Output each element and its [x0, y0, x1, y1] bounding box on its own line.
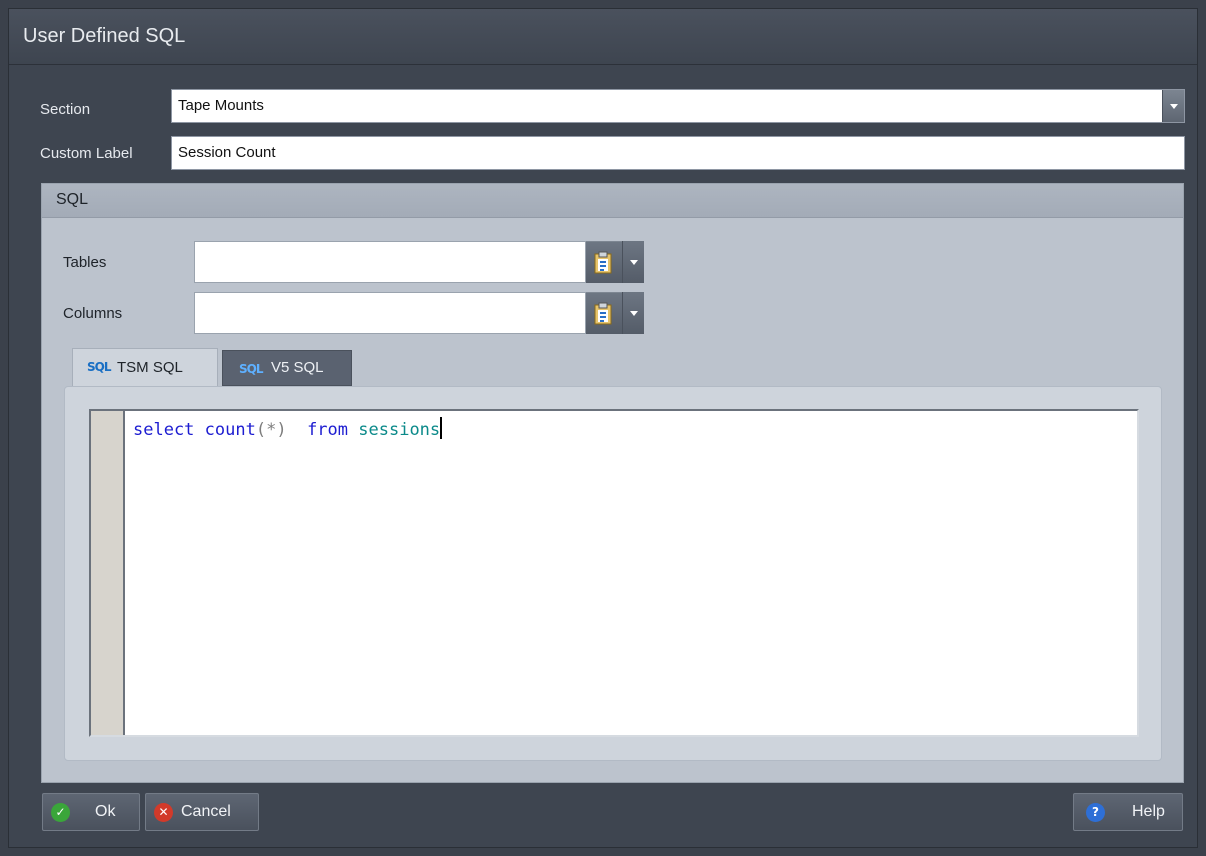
sql-token: sessions	[358, 420, 441, 440]
chevron-down-icon	[630, 311, 638, 316]
sql-token: from	[307, 420, 349, 440]
editor-gutter	[91, 411, 125, 735]
custom-label-value: Session Count	[178, 144, 276, 161]
dialog-title: User Defined SQL	[23, 25, 186, 47]
clipboard-list-icon	[594, 251, 612, 274]
dialog-window: User Defined SQL Section Tape Mounts Cus…	[8, 8, 1198, 848]
section-label: Section	[40, 101, 91, 118]
help-icon: ?	[1086, 803, 1105, 822]
sql-group-title: SQL	[56, 191, 89, 208]
tables-label: Tables	[63, 254, 107, 271]
clipboard-list-icon	[594, 302, 612, 325]
sql-editor[interactable]: select count(*) from sessions	[89, 409, 1139, 737]
columns-label: Columns	[63, 305, 123, 322]
sql-group-header: SQL	[42, 184, 1183, 218]
sql-icon: SQL	[239, 362, 263, 376]
tab-tsm-sql[interactable]: SQL TSM SQL	[72, 348, 218, 388]
chevron-down-icon	[1170, 104, 1178, 109]
sql-token: select	[133, 420, 195, 440]
help-button[interactable]: ? Help	[1073, 793, 1183, 831]
close-icon: ✕	[154, 803, 173, 822]
tab-v5-sql[interactable]: SQL V5 SQL	[222, 350, 352, 386]
sql-code[interactable]: select count(*) from sessions	[133, 417, 443, 440]
sql-icon: SQL	[87, 360, 111, 374]
cancel-label: Cancel	[181, 803, 231, 820]
tab-tsm-sql-label: TSM SQL	[117, 359, 183, 376]
cancel-button[interactable]: ✕ Cancel	[145, 793, 259, 831]
text-cursor	[440, 417, 443, 439]
columns-dropdown-button[interactable]	[622, 292, 644, 334]
tables-input[interactable]	[194, 241, 586, 283]
columns-input[interactable]	[194, 292, 586, 334]
custom-label-label: Custom Label	[40, 145, 133, 162]
help-label: Help	[1132, 803, 1165, 820]
check-icon: ✓	[51, 803, 70, 822]
tables-picker-button[interactable]	[586, 241, 622, 283]
section-dropdown-button[interactable]	[1162, 90, 1184, 122]
tab-panel: select count(*) from sessions	[64, 386, 1162, 761]
section-select[interactable]: Tape Mounts	[171, 89, 1185, 123]
sql-group: SQL Tables Columns SQL TSM SQL SQL V5 SQ…	[41, 183, 1184, 783]
ok-label: Ok	[95, 803, 116, 820]
tab-v5-sql-label: V5 SQL	[271, 359, 324, 376]
sql-token: count	[204, 420, 256, 440]
chevron-down-icon	[630, 260, 638, 265]
custom-label-input[interactable]: Session Count	[171, 136, 1185, 170]
title-bar[interactable]: User Defined SQL	[9, 9, 1197, 65]
section-value: Tape Mounts	[178, 97, 264, 114]
ok-button[interactable]: ✓ Ok	[42, 793, 140, 831]
sql-token: (*)	[255, 420, 287, 440]
tables-dropdown-button[interactable]	[622, 241, 644, 283]
columns-picker-button[interactable]	[586, 292, 622, 334]
